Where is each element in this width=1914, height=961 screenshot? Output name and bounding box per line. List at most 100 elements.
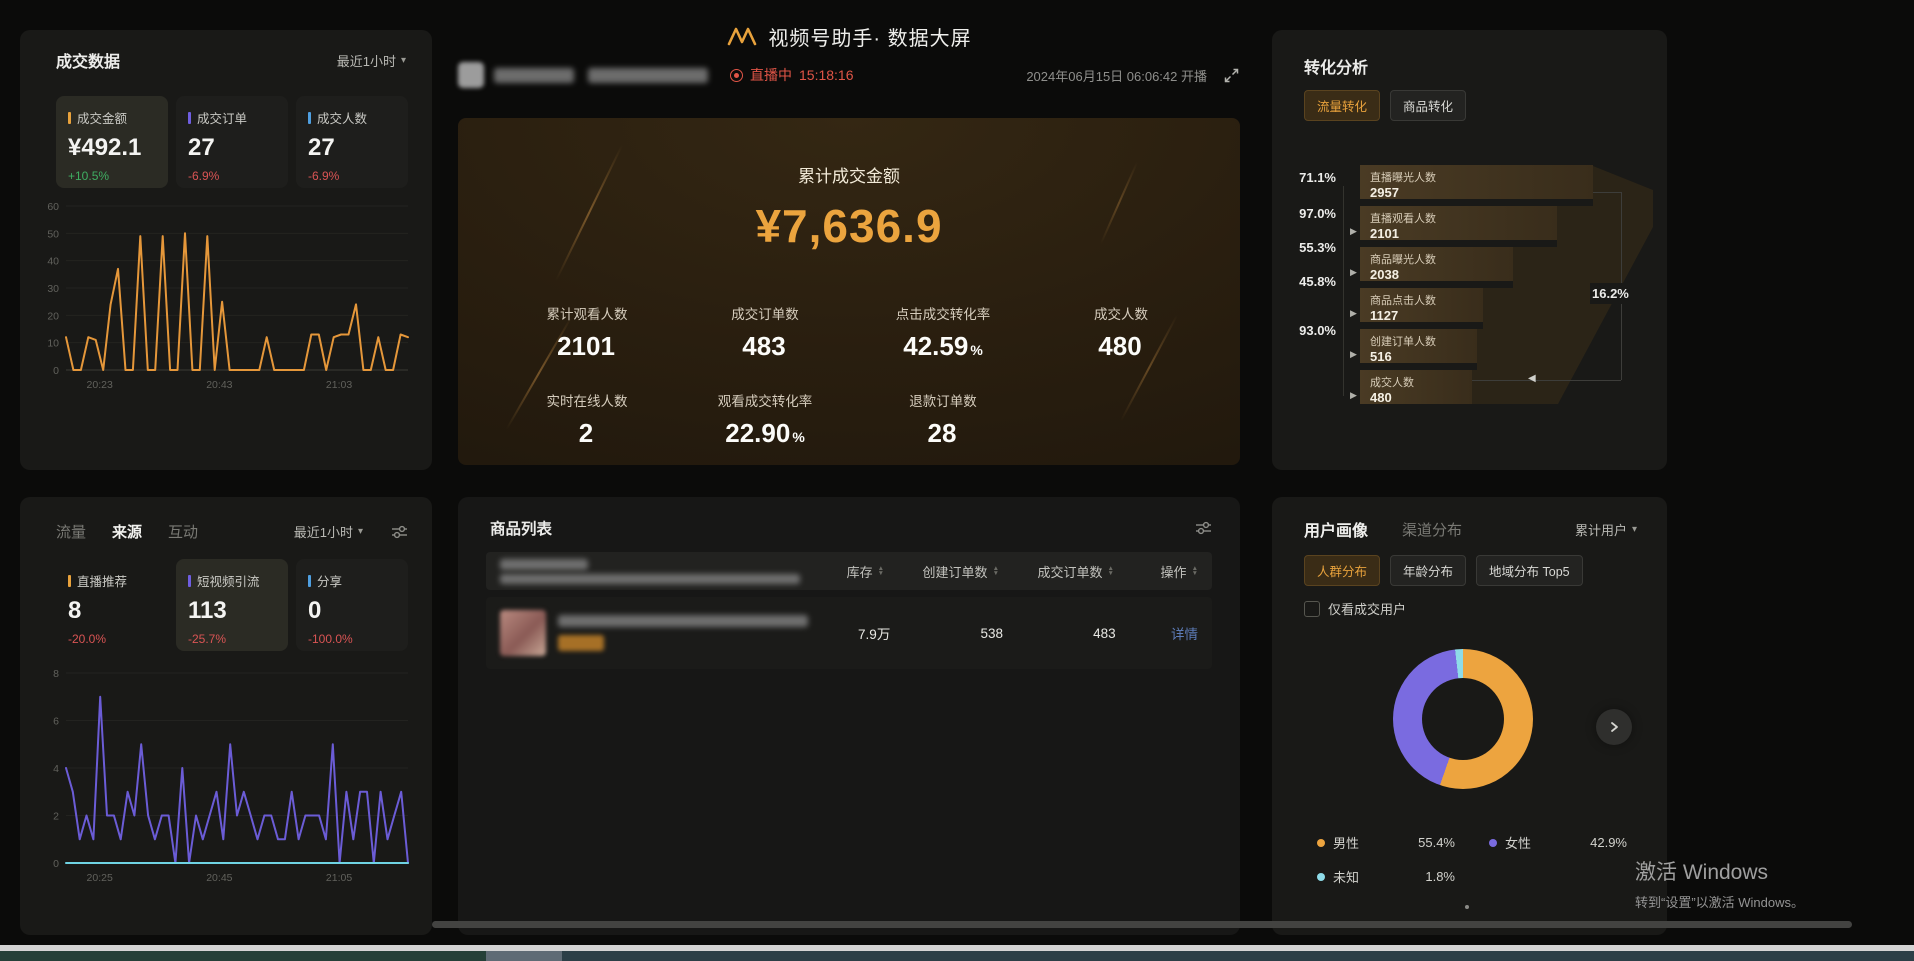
metric-value: 27 <box>188 134 288 162</box>
account-id-redacted <box>588 68 708 83</box>
tab-interaction[interactable]: 互动 <box>168 521 198 542</box>
column-header-created-orders[interactable]: 创建订单数▲▼ <box>884 562 999 581</box>
metric-suffix: % <box>970 342 982 358</box>
live-status-label: 直播中 <box>750 65 792 85</box>
metric-label: 直播推荐 <box>77 571 127 590</box>
tab-traffic-conversion[interactable]: 流量转化 <box>1304 90 1380 121</box>
carousel-dot[interactable] <box>1465 905 1469 909</box>
metric-card-buyers[interactable]: 成交人数 27 -6.9% <box>296 96 408 188</box>
metric-label: 成交订单数 <box>676 303 854 323</box>
time-range-select[interactable]: 最近1小时 ▾ <box>288 521 369 542</box>
product-table-row[interactable]: 7.9万 538 483 详情 <box>486 597 1212 669</box>
legend-item-female: 女性 42.9% <box>1489 833 1661 852</box>
funnel-stage-label: 创建订单人数 <box>1360 329 1477 349</box>
metric-label: 观看成交转化率 <box>676 390 854 410</box>
channels-logo-icon <box>726 24 758 50</box>
metric-card-orders[interactable]: 成交订单 27 -6.9% <box>176 96 288 188</box>
conversion-funnel-chart: 直播曝光人数 2957 直播观看人数 2101 商品曝光人数 2038 商品点击… <box>1272 165 1667 425</box>
funnel-rate: 71.1% <box>1278 170 1336 185</box>
funnel-stage-value: 2101 <box>1360 226 1557 241</box>
metric-label: 退款订单数 <box>854 390 1032 410</box>
funnel-stage-label: 成交人数 <box>1360 370 1472 390</box>
metric-label: 成交人数 <box>1032 303 1210 323</box>
product-info-redacted <box>500 610 808 656</box>
chevron-down-icon: ▾ <box>358 526 363 537</box>
metric-card-share[interactable]: 分享 0 -100.0% <box>296 559 408 651</box>
svg-text:40: 40 <box>47 256 59 268</box>
taskbar-left-segment <box>0 951 486 961</box>
chevron-down-icon: ▾ <box>401 55 406 66</box>
live-dot-icon <box>730 69 743 82</box>
arrow-right-icon: ▶ <box>1350 349 1357 360</box>
metric-value: 2101 <box>557 331 615 361</box>
funnel-stage-label: 直播曝光人数 <box>1360 165 1593 185</box>
legend-tick-blue <box>308 575 311 587</box>
fullscreen-icon[interactable] <box>1223 67 1240 84</box>
summary-metrics-row-1: 累计观看人数 2101 成交订单数 483 点击成交转化率 42.59% 成交人… <box>498 303 1240 362</box>
user-range-select[interactable]: 累计用户 ▾ <box>1569 519 1643 540</box>
metric-card-amount[interactable]: 成交金额 ¥492.1 +10.5% <box>56 96 168 188</box>
svg-text:2: 2 <box>53 811 59 823</box>
cell-stock: 7.9万 <box>808 623 890 643</box>
svg-text:60: 60 <box>47 201 59 213</box>
metric-suffix: % <box>792 429 804 445</box>
live-info-bar: 直播中 15:18:16 2024年06月15日 06:06:42 开播 <box>458 60 1240 90</box>
tab-source[interactable]: 来源 <box>112 521 142 542</box>
funnel-bracket-line <box>1343 339 1344 396</box>
summary-title: 累计成交金额 <box>458 162 1240 187</box>
content-horizontal-scrollbar[interactable] <box>432 921 1852 928</box>
funnel-stage-value: 516 <box>1360 349 1477 364</box>
legend-item-unknown: 未知 1.8% <box>1317 867 1489 886</box>
legend-tick-blue <box>308 112 311 124</box>
metric-label: 成交金额 <box>77 108 127 127</box>
arrow-right-icon: ▶ <box>1350 226 1357 237</box>
tab-product-conversion[interactable]: 商品转化 <box>1390 90 1466 121</box>
subtab-region-top5[interactable]: 地域分布 Top5 <box>1476 555 1583 586</box>
detail-link[interactable]: 详情 <box>1116 623 1198 643</box>
time-range-select[interactable]: 最近1小时 ▾ <box>331 50 412 71</box>
column-header-paid-orders[interactable]: 成交订单数▲▼ <box>999 562 1114 581</box>
summary-metric: 观看成交转化率 22.90% <box>676 390 854 449</box>
panel-product-list: 商品列表 库存▲▼ 创建订单数▲▼ 成交订单数▲▼ 操作▲▼ <box>458 497 1240 935</box>
metric-delta: -20.0% <box>68 632 168 646</box>
arrow-right-icon: ▶ <box>1350 390 1357 401</box>
legend-value: 55.4% <box>1418 835 1455 850</box>
funnel-bracket-tick <box>1593 192 1621 193</box>
column-header-action[interactable]: 操作▲▼ <box>1114 562 1198 581</box>
metric-value: 22.90 <box>725 418 790 448</box>
tab-traffic[interactable]: 流量 <box>56 521 86 542</box>
column-header-stock[interactable]: 库存▲▼ <box>800 562 884 581</box>
legend-label: 未知 <box>1333 867 1359 886</box>
svg-text:10: 10 <box>47 338 59 350</box>
metric-card-short-video[interactable]: 短视频引流 113 -25.7% <box>176 559 288 651</box>
summary-metric: 点击成交转化率 42.59% <box>854 303 1032 362</box>
subtab-gender-distribution[interactable]: 人群分布 <box>1304 555 1380 586</box>
funnel-rate: 97.0% <box>1278 206 1336 221</box>
filter-settings-icon[interactable] <box>391 524 408 540</box>
checkbox-unchecked[interactable] <box>1304 601 1320 617</box>
product-name-redacted <box>558 615 808 627</box>
legend-tick-purple <box>188 575 191 587</box>
metric-card-live-recommend[interactable]: 直播推荐 8 -20.0% <box>56 559 168 651</box>
legend-dot-purple <box>1489 839 1497 847</box>
panel-transaction-data: 成交数据 最近1小时 ▾ 成交金额 ¥492.1 +10.5% 成交订单 27 … <box>20 30 432 470</box>
filter-settings-icon[interactable] <box>1195 520 1212 536</box>
window-scrollbar-thumb[interactable] <box>486 951 562 961</box>
arrow-right-icon: ▶ <box>1350 308 1357 319</box>
svg-text:20:43: 20:43 <box>206 379 232 391</box>
subtab-age-distribution[interactable]: 年龄分布 <box>1390 555 1466 586</box>
tab-user-profile[interactable]: 用户画像 <box>1304 517 1368 541</box>
metric-delta: -6.9% <box>188 169 288 183</box>
tab-channel-distribution[interactable]: 渠道分布 <box>1402 519 1462 540</box>
svg-text:21:05: 21:05 <box>326 872 352 884</box>
metric-value: 8 <box>68 597 168 625</box>
legend-label: 女性 <box>1505 833 1531 852</box>
carousel-next-button[interactable] <box>1596 709 1632 745</box>
svg-text:0: 0 <box>53 858 59 870</box>
metric-label: 成交人数 <box>317 108 367 127</box>
svg-text:20:45: 20:45 <box>206 872 232 884</box>
legend-value: 42.9% <box>1590 835 1627 850</box>
funnel-stage-label: 商品点击人数 <box>1360 288 1483 308</box>
svg-text:20: 20 <box>47 310 59 322</box>
live-duration: 15:18:16 <box>799 67 854 83</box>
